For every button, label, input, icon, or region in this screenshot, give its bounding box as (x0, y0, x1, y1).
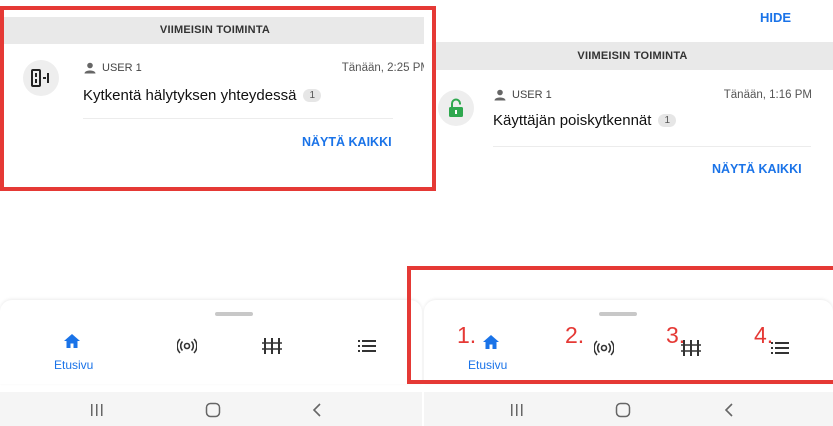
nav-controls-button[interactable] (252, 336, 292, 356)
nav-home-button[interactable] (471, 332, 511, 352)
sensor-icon (594, 340, 614, 356)
activity-user: USER 1 (84, 62, 142, 74)
hide-button[interactable]: HIDE (760, 10, 791, 25)
activity-timestamp: Tänään, 1:16 PM (723, 89, 812, 101)
nav-home-button[interactable] (52, 331, 92, 351)
nav-home-label: Etusivu (468, 358, 508, 372)
divider (83, 118, 393, 119)
step-number-3: 3. (666, 322, 686, 348)
activity-user-name: USER 1 (512, 89, 552, 101)
unlock-icon (438, 90, 474, 126)
user-icon (84, 62, 96, 74)
activity-count-badge: 1 (303, 89, 322, 102)
nav-sensor-button[interactable] (167, 336, 207, 356)
activity-timestamp: Tänään, 2:25 PM (341, 62, 430, 74)
user-icon (494, 89, 506, 101)
activity-title-text: Kytkentä hälytyksen yhteydessä (83, 87, 297, 104)
nav-list-button[interactable] (347, 336, 387, 356)
activity-title[interactable]: Käyttäjän poiskytkennät 1 (493, 112, 676, 129)
show-all-button[interactable]: NÄYTÄ KAIKKI (302, 135, 392, 149)
home-circle-icon[interactable] (198, 400, 228, 420)
step-number-2: 2. (565, 322, 585, 348)
recent-apps-icon[interactable] (82, 400, 112, 420)
recent-activity-header: VIIMEISIN TOIMINTA (432, 42, 833, 70)
list-icon (358, 340, 376, 352)
controls-icon (262, 338, 282, 354)
home-icon (483, 335, 499, 349)
list-icon (771, 342, 789, 354)
door-sensor-icon (23, 60, 59, 96)
recent-apps-icon[interactable] (502, 400, 532, 420)
step-number-1: 1. (457, 322, 477, 348)
activity-count-badge: 1 (658, 114, 676, 127)
activity-title-text: Käyttäjän poiskytkennät (493, 112, 652, 129)
sensor-icon (177, 338, 197, 354)
home-icon (64, 334, 80, 348)
system-navigation-bar (424, 392, 833, 426)
show-all-button[interactable]: NÄYTÄ KAIKKI (712, 162, 802, 176)
right-screen: HIDE VIIMEISIN TOIMINTA USER 1 Tänään, 1… (424, 0, 833, 426)
divider (493, 146, 811, 147)
activity-title[interactable]: Kytkentä hälytyksen yhteydessä 1 (83, 87, 322, 104)
recent-activity-header: VIIMEISIN TOIMINTA (0, 17, 430, 44)
back-icon[interactable] (302, 400, 332, 420)
nav-home-label: Etusivu (54, 358, 94, 372)
drag-handle[interactable] (215, 312, 253, 316)
drag-handle[interactable] (599, 312, 637, 316)
activity-user: USER 1 (494, 89, 552, 101)
nav-sensor-button[interactable] (584, 338, 624, 358)
activity-user-name: USER 1 (102, 62, 142, 74)
step-number-4: 4. (754, 322, 774, 348)
left-screen: VIIMEISIN TOIMINTA USER 1 Tänään, 2:25 P… (0, 0, 430, 426)
back-icon[interactable] (714, 400, 744, 420)
system-navigation-bar (0, 392, 422, 426)
home-circle-icon[interactable] (608, 400, 638, 420)
